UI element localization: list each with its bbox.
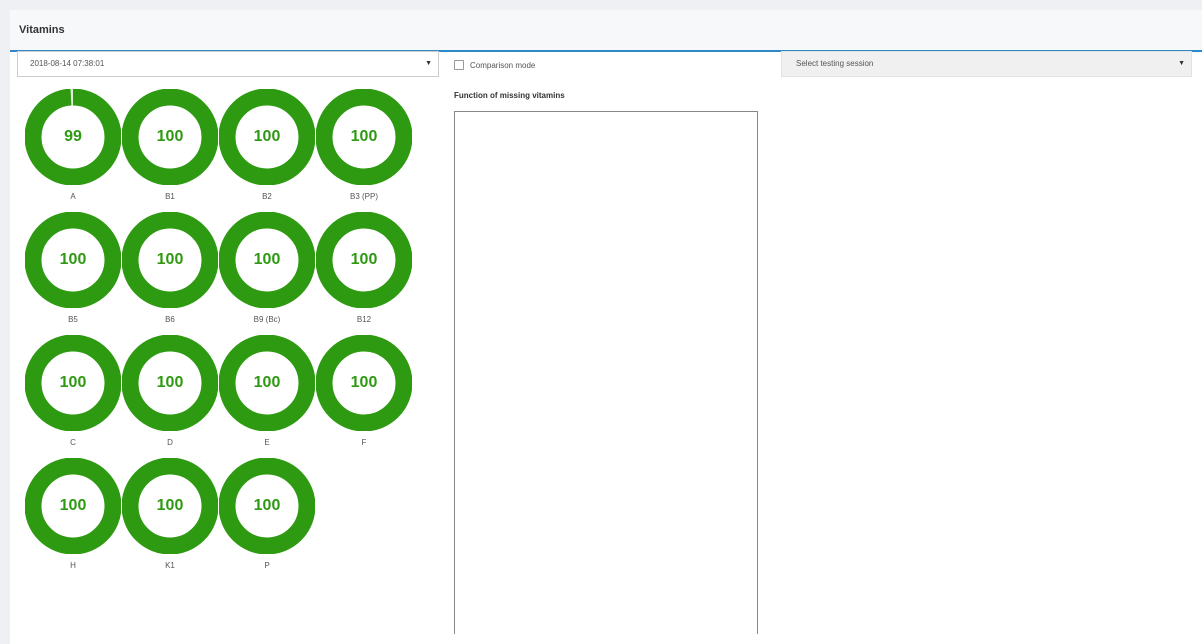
vitamin-label: K1 [165,561,175,570]
vitamin-value: 100 [350,374,378,391]
session-select-placeholder: Select testing session [796,59,874,68]
vitamin-value: 100 [253,374,281,391]
vitamin-value: 100 [253,497,281,514]
vitamin-grid: 99 A 100 B1 100 B2 100 B3 (PP) 100 B5 100 B6 100 B9 (… [24,88,428,570]
panel-header: Vitamins [10,10,1202,52]
vitamin-gauge: 100 H [24,457,124,579]
function-list [454,111,758,634]
vitamin-gauge: 100 B9 (Bc) [218,211,318,333]
vitamin-value: 100 [156,128,184,145]
comparison-mode-toggle[interactable]: Comparison mode [454,58,535,72]
vitamin-value: 100 [59,497,87,514]
date-select[interactable]: 2018-08-14 07:38:01 ▼ [17,51,439,77]
vitamin-value: 100 [253,251,281,268]
vitamin-gauge: 100 B5 [24,211,124,333]
vitamin-value: 100 [156,374,184,391]
vitamin-value: 100 [156,497,184,514]
vitamin-gauge: 100 B1 [121,88,221,210]
vitamin-value: 100 [253,128,281,145]
caret-down-icon: ▼ [425,60,432,67]
caret-down-icon: ▼ [1178,60,1185,67]
vitamin-gauge: 100 B12 [315,211,415,333]
vitamin-gauge: 100 C [24,334,124,456]
vitamin-value: 100 [350,251,378,268]
vitamin-value: 99 [64,128,82,145]
function-title: Function of missing vitamins [454,91,565,100]
vitamin-gauge: 100 E [218,334,318,456]
vitamin-label: D [167,438,173,447]
vitamin-gauge: 99 A [24,88,124,210]
vitamin-gauge: 100 P [218,457,318,579]
vitamin-value: 100 [59,251,87,268]
vitamin-gauge: 100 K1 [121,457,221,579]
comparison-mode-label: Comparison mode [470,60,536,70]
comparison-mode-checkbox[interactable] [454,60,464,70]
vitamin-label: H [70,561,76,570]
vitamin-label: B3 (PP) [349,192,378,201]
vitamin-label: B1 [165,192,175,201]
vitamin-label: P [264,561,270,570]
vitamin-gauge: 100 B2 [218,88,318,210]
vitamin-label: B6 [165,315,175,324]
vitamin-gauge: 100 F [315,334,415,456]
vitamin-value: 100 [350,128,378,145]
vitamin-gauge: 100 B3 (PP) [315,88,415,210]
vitamin-label: F [361,438,367,447]
vitamin-label: E [264,438,270,447]
vitamin-label: B9 (Bc) [253,315,281,324]
vitamin-label: B5 [68,315,78,324]
date-select-value: 2018-08-14 07:38:01 [30,59,105,68]
vitamin-label: A [70,192,76,201]
vitamin-gauge: 100 B6 [121,211,221,333]
vitamin-label: C [70,438,76,447]
vitamin-label: B12 [356,315,372,324]
vitamin-value: 100 [156,251,184,268]
session-select[interactable]: Select testing session ▼ [781,51,1192,77]
vitamin-label: B2 [262,192,272,201]
vitamin-value: 100 [59,374,87,391]
page-title: Vitamins [19,24,65,36]
vitamin-gauge: 100 D [121,334,221,456]
